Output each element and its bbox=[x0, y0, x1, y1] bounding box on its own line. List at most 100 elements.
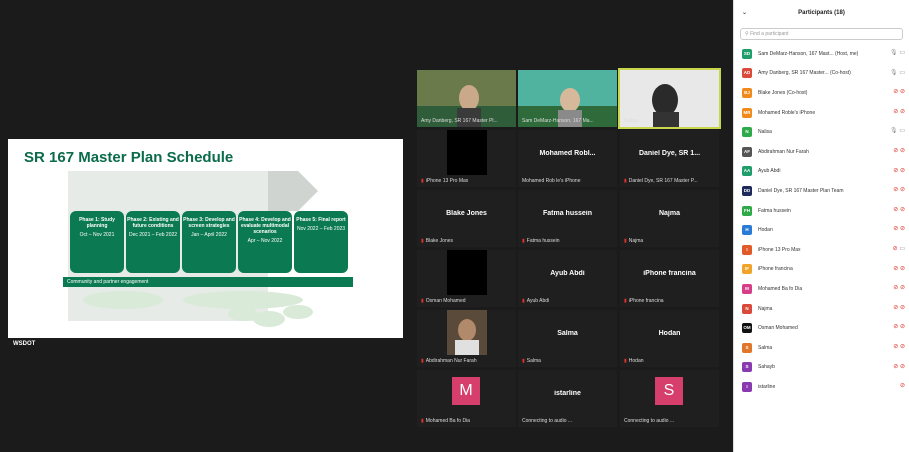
slide-title: SR 167 Master Plan Schedule bbox=[24, 149, 234, 166]
participant-row[interactable]: OM Osman Mohamed ⊘ ⊘ bbox=[734, 318, 909, 338]
avatar: BJ bbox=[742, 87, 752, 98]
participant-row[interactable]: S Sahayb ⊘ ⊘ bbox=[734, 358, 909, 378]
community-engagement-bar: Community and partner engagement bbox=[63, 277, 353, 287]
video-tile[interactable]: S Connecting to audio ... bbox=[620, 370, 719, 427]
mic-camera-status: ⊘ ⊘ bbox=[893, 343, 905, 350]
video-tile[interactable]: Sam DeMarz-Hanson, 167 Ma... bbox=[518, 70, 617, 127]
participant-row[interactable]: N Najma ⊘ ⊘ bbox=[734, 299, 909, 319]
avatar: M bbox=[452, 377, 480, 405]
participant-name: Sahayb bbox=[758, 364, 775, 371]
video-tile[interactable]: iPhone francina ▮ iPhone francina bbox=[620, 250, 719, 307]
phase-dates: Jan – April 2022 bbox=[191, 232, 227, 238]
avatar: S bbox=[742, 342, 752, 353]
participant-name-label: ▮ Salma bbox=[522, 358, 541, 364]
mic-camera-status: ⊘ ⊘ bbox=[893, 89, 905, 96]
muted-mic-icon: ▮ bbox=[421, 358, 424, 364]
participant-name: istarline bbox=[758, 383, 776, 390]
avatar: N bbox=[742, 303, 752, 314]
muted-mic-icon: ▮ bbox=[522, 298, 525, 304]
video-tile[interactable]: Amy Danberg, SR 167 Master Pl... bbox=[417, 70, 516, 127]
avatar: MR bbox=[742, 107, 752, 118]
video-tile[interactable]: Salma ▮ Salma bbox=[518, 310, 617, 367]
video-tile[interactable]: ▮ Abdirahman Nur Farah bbox=[417, 310, 516, 367]
participant-name-label: Salina bbox=[624, 118, 638, 124]
phase-5-box: Phase 5: Final report Nov 2022 – Feb 2023 bbox=[294, 211, 348, 273]
muted-mic-icon: ▮ bbox=[522, 238, 525, 244]
participant-display-name: istarline bbox=[554, 390, 581, 397]
video-tile[interactable]: Blake Jones ▮ Blake Jones bbox=[417, 190, 516, 247]
participant-display-name: Blake Jones bbox=[446, 210, 487, 217]
participant-name-label: ▮ iPhone 13 Pro Max bbox=[421, 178, 469, 184]
participant-name-label: Mohamed Rob le's iPhone bbox=[522, 178, 581, 184]
engagement-ellipse bbox=[253, 311, 285, 327]
video-tile[interactable]: Fatma hussein ▮ Fatma hussein bbox=[518, 190, 617, 247]
phase-2-box: Phase 2: Existing and future conditions D… bbox=[126, 211, 180, 273]
participant-name: Sam DeMarz-Hanson, 167 Mast... (Host, me… bbox=[758, 50, 859, 57]
wsdot-logo: WSDOT bbox=[13, 341, 36, 347]
chevron-down-icon[interactable]: ⌄ bbox=[742, 9, 747, 16]
participants-title: Participants (18) bbox=[798, 10, 845, 16]
mic-camera-status: ⊘ bbox=[899, 383, 905, 390]
mic-camera-status: ⊘ ⊘ bbox=[893, 167, 905, 174]
video-tile[interactable]: Najma ▮ Najma bbox=[620, 190, 719, 247]
avatar: AA bbox=[742, 166, 752, 177]
participant-search-input[interactable]: ⚲ Find a participant bbox=[740, 28, 903, 40]
participant-name-label: ▮ Hodan bbox=[624, 358, 644, 364]
phase-label: Phase 4: Develop and evaluate multimodal… bbox=[239, 217, 291, 235]
engagement-ellipse bbox=[283, 305, 313, 319]
participant-row[interactable]: AF Abdirahman Nur Farah ⊘ ⊘ bbox=[734, 142, 909, 162]
video-tile[interactable]: Ayub Abdi ▮ Ayub Abdi bbox=[518, 250, 617, 307]
phase-dates: Oct – Nov 2021 bbox=[79, 232, 115, 238]
video-tile[interactable]: Daniel Dye, SR 1... ▮ Daniel Dye, SR 167 … bbox=[620, 130, 719, 187]
avatar: I bbox=[742, 381, 752, 392]
participant-row[interactable]: N Nalisa 🎙 ▭ bbox=[734, 122, 909, 142]
muted-mic-icon: ▮ bbox=[421, 238, 424, 244]
engagement-ellipse bbox=[83, 291, 163, 309]
participant-list: SD Sam DeMarz-Hanson, 167 Mast... (Host, … bbox=[734, 44, 909, 397]
video-tile[interactable]: ▮ Osman Mohamed bbox=[417, 250, 516, 307]
participant-row[interactable]: S Salma ⊘ ⊘ bbox=[734, 338, 909, 358]
avatar: IF bbox=[742, 264, 752, 275]
mic-camera-status: ⊘ ▭ bbox=[892, 245, 905, 252]
participant-row[interactable]: IiPhone 13 Pro Max ⊘ ▭ bbox=[734, 240, 909, 260]
participant-name: Mohamed Ba fo Dia bbox=[758, 285, 803, 292]
participant-name-label: ▮ iPhone francina bbox=[624, 298, 664, 304]
search-placeholder: Find a participant bbox=[750, 31, 789, 37]
participant-row[interactable]: MR Mohamed Roble's iPhone ⊘ ⊘ bbox=[734, 103, 909, 123]
participant-row[interactable]: Iistarline ⊘ bbox=[734, 377, 909, 397]
mic-camera-status: ⊘ ⊘ bbox=[893, 304, 905, 311]
video-tile[interactable]: Mohamed Robl... Mohamed Rob le's iPhone bbox=[518, 130, 617, 187]
participant-name-label: ▮ Blake Jones bbox=[421, 238, 454, 244]
participant-row[interactable]: AA Ayub Abdi ⊘ ⊘ bbox=[734, 162, 909, 182]
phase-label: Phase 3: Develop and screen strategies bbox=[183, 217, 235, 229]
participant-row[interactable]: H Hodan ⊘ ⊘ bbox=[734, 220, 909, 240]
participant-row[interactable]: SD Sam DeMarz-Hanson, 167 Mast... (Host, … bbox=[734, 44, 909, 64]
phase-dates: Nov 2022 – Feb 2023 bbox=[296, 226, 346, 232]
participant-row[interactable]: M Mohamed Ba fo Dia ⊘ ⊘ bbox=[734, 279, 909, 299]
video-tile[interactable]: M ▮ Mohamed Ba fo Dia bbox=[417, 370, 516, 427]
participant-name: Abdirahman Nur Farah bbox=[758, 148, 809, 155]
avatar: AD bbox=[742, 68, 752, 79]
participant-row[interactable]: BJ Blake Jones (Co-host) ⊘ ⊘ bbox=[734, 83, 909, 103]
video-off-placeholder bbox=[447, 250, 487, 295]
participant-name-label: ▮ Abdirahman Nur Farah bbox=[421, 358, 477, 364]
participant-name: Salma bbox=[758, 344, 773, 351]
participant-row[interactable]: AD Amy Danberg, SR 167 Master... (Co-host… bbox=[734, 64, 909, 84]
video-tile-active-speaker[interactable]: Salina bbox=[618, 68, 721, 129]
participant-name: Nalisa bbox=[758, 129, 772, 136]
avatar: I bbox=[742, 244, 752, 255]
video-tile[interactable]: ▮ iPhone 13 Pro Max bbox=[417, 130, 516, 187]
mic-camera-status: ⊘ ⊘ bbox=[893, 206, 905, 213]
participants-header: ⌄ Participants (18) bbox=[734, 0, 909, 26]
mic-camera-status: ⊘ ⊘ bbox=[893, 363, 905, 370]
participant-row[interactable]: DD Daniel Dye, SR 167 Master Plan Team ⊘ ⊘ bbox=[734, 181, 909, 201]
video-tile[interactable]: Hodan ▮ Hodan bbox=[620, 310, 719, 367]
participant-row[interactable]: FH Fatma hussein ⊘ ⊘ bbox=[734, 201, 909, 221]
mic-camera-status: 🎙 ▭ bbox=[890, 50, 905, 56]
video-tile[interactable]: istarline Connecting to audio ... bbox=[518, 370, 617, 427]
participant-name: Blake Jones (Co-host) bbox=[758, 89, 808, 96]
participant-row[interactable]: IF iPhone francina ⊘ ⊘ bbox=[734, 260, 909, 280]
video-off-placeholder bbox=[447, 130, 487, 175]
muted-mic-icon: ▮ bbox=[421, 178, 424, 184]
participant-name: Daniel Dye, SR 167 Master Plan Team bbox=[758, 187, 844, 194]
